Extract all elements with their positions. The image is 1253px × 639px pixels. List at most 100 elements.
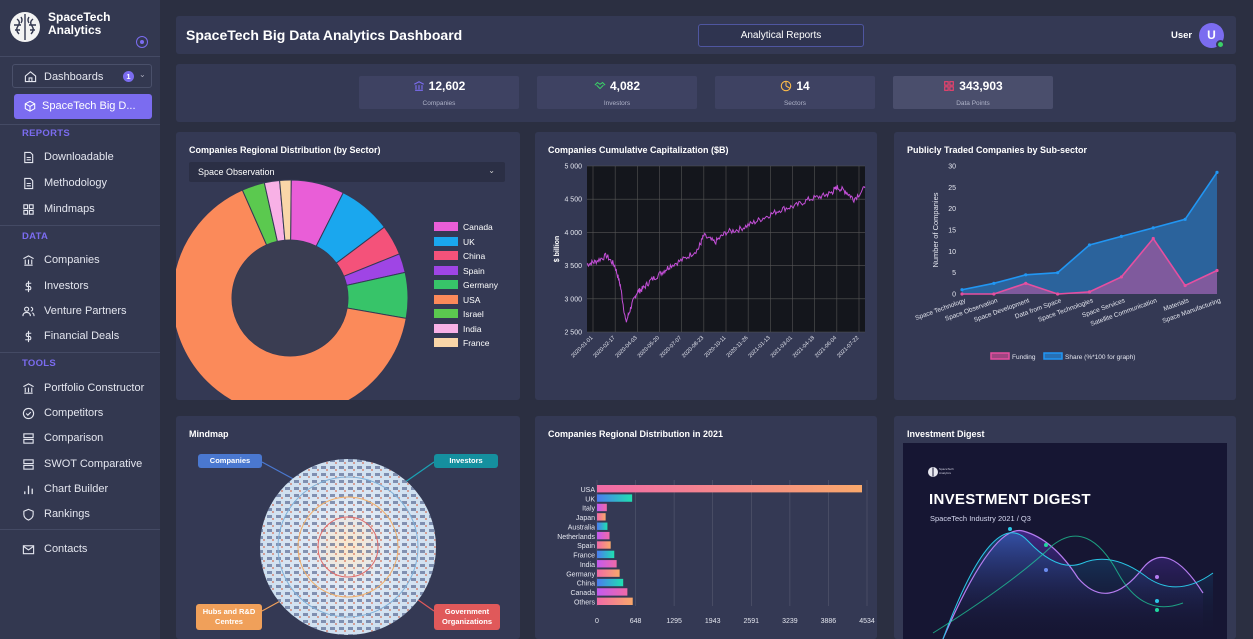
bar-china[interactable] <box>597 578 624 587</box>
data-point[interactable] <box>1151 226 1155 230</box>
legend-swatch <box>434 309 458 318</box>
y-tick-label: 20 <box>948 206 956 213</box>
tools-section-heading: TOOLS <box>22 358 57 369</box>
sidebar-item-portfolio-constructor[interactable]: Portfolio Constructor <box>0 375 160 401</box>
data-point[interactable] <box>960 288 964 292</box>
page-title: SpaceTech Big Data Analytics Dashboard <box>186 27 463 43</box>
y-tick-label: Australia <box>568 524 595 531</box>
sidebar-item-mindmaps[interactable]: Mindmaps <box>0 196 160 222</box>
mindmap-tag-investors[interactable]: Investors <box>434 454 498 468</box>
data-point[interactable] <box>992 292 996 296</box>
investment-digest-cover[interactable]: SpaceTech Analytics INVESTMENT DIGEST Sp… <box>903 443 1227 639</box>
y-tick-label: 10 <box>948 249 956 256</box>
bar-others[interactable] <box>597 597 633 605</box>
data-point[interactable] <box>1183 217 1187 221</box>
y-tick-label: Spain <box>577 543 595 550</box>
x-tick-label: 1943 <box>705 618 721 625</box>
sidebar-item-spacetech-big-data[interactable]: SpaceTech Big D... <box>14 94 152 119</box>
mindmap-tag-companies[interactable]: Companies <box>198 454 262 468</box>
sidebar-item-label: Mindmaps <box>44 203 95 215</box>
brand[interactable]: SpaceTech Analytics <box>8 8 158 48</box>
stat-label: Companies <box>422 100 456 107</box>
sidebar-item-methodology[interactable]: Methodology <box>0 170 160 196</box>
sidebar-item-label: Competitors <box>44 407 104 419</box>
y-tick-label: Others <box>574 600 596 607</box>
sidebar-item-label: Chart Builder <box>44 483 109 495</box>
y-tick-label: 3 500 <box>564 263 582 270</box>
x-tick-label: 2021-03-01 <box>770 335 794 359</box>
users-icon <box>22 306 35 316</box>
data-point[interactable] <box>1024 281 1028 285</box>
bar-spain[interactable] <box>597 541 611 549</box>
bar-india[interactable] <box>597 560 617 568</box>
data-point[interactable] <box>1119 234 1123 238</box>
legend-swatch <box>434 323 458 333</box>
data-point[interactable] <box>1183 283 1187 288</box>
data-point[interactable] <box>1215 268 1219 273</box>
sidebar-item-financial-deals[interactable]: Financial Deals <box>0 323 160 349</box>
sidebar-item-label: Financial Deals <box>44 330 120 342</box>
sidebar-item-dashboards[interactable]: Dashboards 1 ⌄ <box>12 64 152 88</box>
top-header: SpaceTech Big Data Analytics Dashboard A… <box>176 16 1236 54</box>
y-tick-label: 3 000 <box>564 296 582 303</box>
legend-label: Germany <box>463 280 498 290</box>
sidebar-item-venture-partners[interactable]: Venture Partners <box>0 298 160 324</box>
sidebar-item-contacts[interactable]: Contacts <box>0 536 160 562</box>
data-point[interactable] <box>1056 271 1060 275</box>
sidebar-item-label: Methodology <box>44 177 107 189</box>
area-chart: 0 5 10 15 20 25 30 Number of Companies Space Tec… <box>914 164 1222 362</box>
x-tick-label: 648 <box>630 618 642 625</box>
bar-italy[interactable] <box>597 503 607 512</box>
bar-netherlands[interactable] <box>597 531 610 540</box>
bar-uk[interactable] <box>597 494 633 502</box>
bar-australia[interactable] <box>597 522 608 530</box>
sidebar-item-rankings[interactable]: Rankings <box>0 501 160 527</box>
legend-swatch[interactable] <box>990 352 1010 360</box>
x-tick-label: 1295 <box>666 618 682 625</box>
horizontal-bar-chart: 0 648 1295 1943 2591 3239 3886 4534 USA UK Italy Ja… <box>557 480 875 625</box>
data-point[interactable] <box>1087 243 1092 247</box>
sidebar-item-downloadable[interactable]: Downloadable <box>0 144 160 170</box>
sidebar-item-investors[interactable]: Investors <box>0 273 160 299</box>
user-label[interactable]: User <box>1171 30 1192 41</box>
data-point[interactable] <box>1024 273 1028 277</box>
sidebar-item-comparison[interactable]: Comparison <box>0 425 160 451</box>
bar-usa[interactable] <box>597 485 862 493</box>
bar-france[interactable] <box>597 550 615 559</box>
data-point[interactable] <box>1215 170 1219 174</box>
grid-icon <box>23 203 34 215</box>
mindmap-tag-government[interactable]: Government Organizations <box>434 604 500 630</box>
data-point[interactable] <box>960 292 964 296</box>
x-tick-label: Space Technology <box>914 297 967 322</box>
sidebar-item-swot-comparative[interactable]: SWOT Comparative <box>0 451 160 477</box>
legend-label: USA <box>463 294 481 305</box>
legend-label[interactable]: Share (%*100 for graph) <box>1065 354 1135 361</box>
x-tick-label: 2021-07-22 <box>836 335 860 359</box>
y-tick-label: Netherlands <box>557 534 595 541</box>
y-tick-label: 5 <box>952 270 956 277</box>
bar-germany[interactable] <box>597 569 620 577</box>
building-icon <box>413 81 424 91</box>
legend-swatch[interactable] <box>1043 352 1063 360</box>
sidebar-item-companies[interactable]: Companies <box>0 247 160 273</box>
data-point[interactable] <box>1056 292 1060 296</box>
sidebar-item-competitors[interactable]: Competitors <box>0 400 160 426</box>
y-tick-label: 30 <box>948 164 956 171</box>
data-point[interactable] <box>1119 275 1123 279</box>
bar-canada[interactable] <box>597 588 628 596</box>
data-point[interactable] <box>1087 290 1092 294</box>
sidebar-item-label: SpaceTech Big D... <box>42 100 136 112</box>
legend-label[interactable]: Funding <box>1012 354 1036 361</box>
pie-icon <box>781 80 792 92</box>
online-status-dot <box>1216 40 1225 49</box>
data-point[interactable] <box>992 281 996 285</box>
analytical-reports-button[interactable]: Analytical Reports <box>698 24 864 47</box>
sidebar-item-chart-builder[interactable]: Chart Builder <box>0 476 160 502</box>
mindmap-tag-hubs[interactable]: Hubs and R&D Centres <box>196 604 262 630</box>
sidebar-toggle-icon[interactable] <box>136 36 148 48</box>
stats-bar: 12,602 Companies 4,082 Investors 14 Sect… <box>176 64 1236 122</box>
server-icon <box>23 458 34 470</box>
x-tick-label: 2020-01-01 <box>570 335 594 359</box>
data-point[interactable] <box>1151 236 1155 241</box>
bar-japan[interactable] <box>597 513 606 521</box>
